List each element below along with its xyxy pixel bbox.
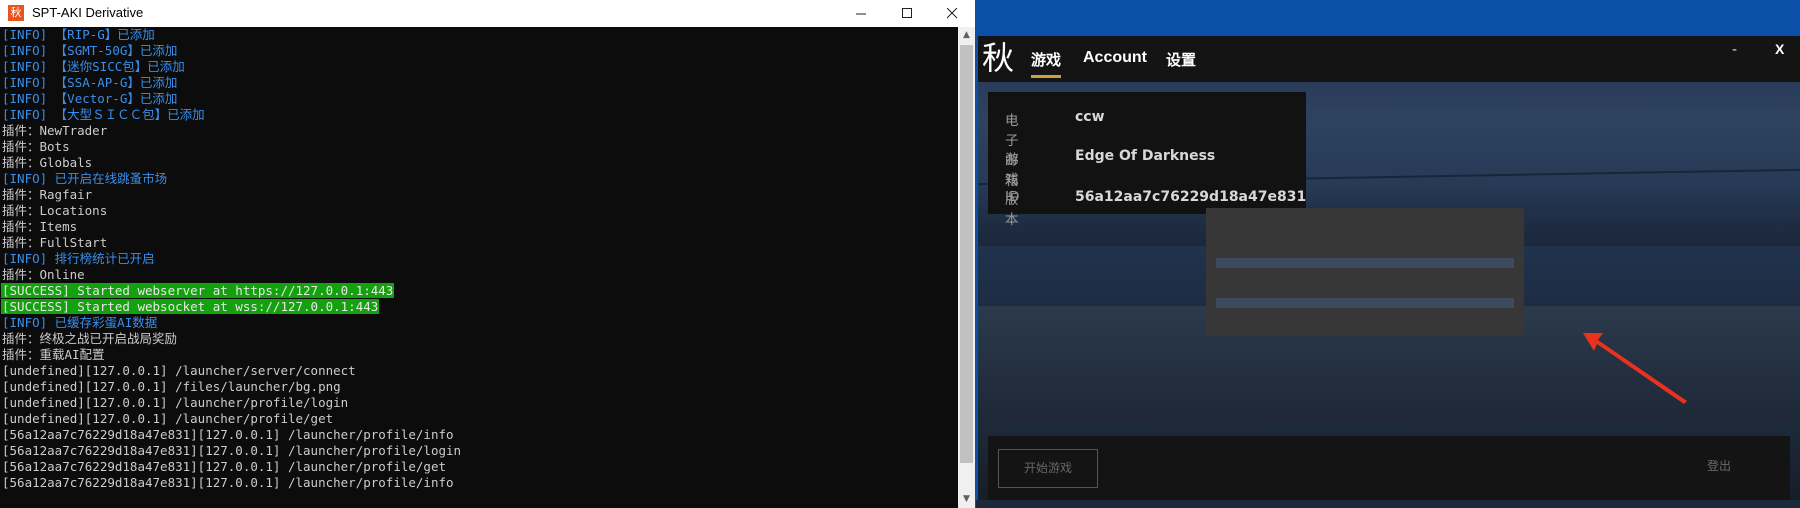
- console-line: [56a12aa7c76229d18a47e831][127.0.0.1] /l…: [0, 427, 958, 443]
- console-line-text: [undefined][127.0.0.1] /launcher/profile…: [2, 395, 349, 410]
- console-line-info: [INFO] 【SGMT-50G】已添加: [0, 43, 958, 59]
- console-line-text: [INFO] 【SGMT-50G】已添加: [2, 43, 178, 58]
- id-label: ID: [1005, 189, 1020, 205]
- console-line-text: [INFO] 排行榜统计已开启: [2, 251, 155, 266]
- console-line: [undefined][127.0.0.1] /launcher/profile…: [0, 395, 958, 411]
- tab-account[interactable]: Account: [1083, 49, 1147, 67]
- console-line-text: [undefined][127.0.0.1] /launcher/profile…: [2, 411, 334, 426]
- close-icon: [946, 8, 957, 19]
- console-line-text: 插件：Items: [2, 219, 78, 234]
- minimize-icon: [855, 13, 866, 15]
- console-line: 插件：Items: [0, 219, 958, 235]
- console-line-info: [INFO] 【大型ＳＩＣＣ包】已添加: [0, 107, 958, 123]
- console-line: 插件：Online: [0, 267, 958, 283]
- console-line-text: [INFO] 已开启在线跳蚤市场: [2, 171, 168, 186]
- console-line: [undefined][127.0.0.1] /launcher/server/…: [0, 363, 958, 379]
- minimize-button[interactable]: [838, 0, 884, 27]
- console-line-text: [56a12aa7c76229d18a47e831][127.0.0.1] /l…: [2, 475, 454, 490]
- console-line-text: [undefined][127.0.0.1] /launcher/server/…: [2, 363, 356, 378]
- window-title: SPT-AKI Derivative: [32, 5, 144, 20]
- console-line: [56a12aa7c76229d18a47e831][127.0.0.1] /l…: [0, 459, 958, 475]
- console-line-text: [56a12aa7c76229d18a47e831][127.0.0.1] /l…: [2, 443, 462, 458]
- console-line-text: 插件：Online: [2, 267, 85, 282]
- console-line: 插件：终极之战已开启战局奖励: [0, 331, 958, 347]
- vertical-scrollbar[interactable]: ▲ ▼: [958, 27, 975, 508]
- console-line-text: [INFO] 【迷你SICC包】已添加: [2, 59, 185, 74]
- console-line: [undefined][127.0.0.1] /files/launcher/b…: [0, 379, 958, 395]
- console-line: [56a12aa7c76229d18a47e831][127.0.0.1] /l…: [0, 443, 958, 459]
- tab-game[interactable]: 游戏: [1031, 49, 1062, 78]
- console-line-text: [INFO] 【SSA-AP-G】已添加: [2, 75, 178, 90]
- console-line-text: [SUCCESS] Started websocket at wss://127…: [1, 299, 380, 314]
- console-line-text: 插件：Globals: [2, 155, 93, 170]
- console-line: 插件：重载AI配置: [0, 347, 958, 363]
- start-game-button[interactable]: 开始游戏: [998, 449, 1098, 488]
- id-value: 56a12aa7c76229d18a47e831: [1075, 189, 1307, 205]
- console-line: 插件：FullStart: [0, 235, 958, 251]
- console-line: 插件：Bots: [0, 139, 958, 155]
- console-line-info: [INFO] 排行榜统计已开启: [0, 251, 958, 267]
- scrollbar-thumb[interactable]: [960, 45, 973, 463]
- console-line: 插件：NewTrader: [0, 123, 958, 139]
- console-line-info: [INFO] 【RIP-G】已添加: [0, 27, 958, 43]
- console-line-text: 插件：终极之战已开启战局奖励: [2, 331, 178, 346]
- console-line-text: [INFO] 已缓存彩蛋AI数据: [2, 315, 158, 330]
- maximize-button[interactable]: [884, 0, 930, 27]
- console-line-text: 插件：Bots: [2, 139, 70, 154]
- console-line-text: 插件：重载AI配置: [2, 347, 105, 362]
- console-line-text: 插件：FullStart: [2, 235, 108, 250]
- profile-card: 电子邮箱 ccw 游戏版本 Edge Of Darkness ID 56a12a…: [988, 92, 1307, 228]
- app-icon: 秋: [8, 5, 24, 21]
- console-line: 插件：Globals: [0, 155, 958, 171]
- console-line-info: [INFO] 【SSA-AP-G】已添加: [0, 75, 958, 91]
- console-line-text: [56a12aa7c76229d18a47e831][127.0.0.1] /l…: [2, 459, 447, 474]
- console-line-text: [undefined][127.0.0.1] /files/launcher/b…: [2, 379, 341, 394]
- console-line-text: 插件：NewTrader: [2, 123, 108, 138]
- console-line-success: [SUCCESS] Started websocket at wss://127…: [0, 299, 958, 315]
- arrow-annotation-icon: [1583, 333, 1687, 404]
- console-line: [56a12aa7c76229d18a47e831][127.0.0.1] /l…: [0, 475, 958, 491]
- scroll-down-icon[interactable]: ▼: [958, 491, 975, 508]
- taskbar-strip: [976, 500, 1800, 508]
- loading-placeholder-bar: [1216, 298, 1514, 308]
- console-line-text: 插件：Ragfair: [2, 187, 93, 202]
- console-line: 插件：Ragfair: [0, 187, 958, 203]
- console-line: [undefined][127.0.0.1] /launcher/profile…: [0, 411, 958, 427]
- console-line-text: 插件：Locations: [2, 203, 108, 218]
- edition-value: Edge Of Darkness: [1075, 148, 1216, 164]
- console-line-info: [INFO] 【迷你SICC包】已添加: [0, 59, 958, 75]
- launcher-footer: 开始游戏 登出: [988, 436, 1790, 508]
- console-line-info: [INFO] 已缓存彩蛋AI数据: [0, 315, 958, 331]
- close-button[interactable]: [929, 0, 975, 27]
- launcher-window: 秋 游戏 Account 设置 - X 电子邮箱 ccw 游戏版本 Edge O…: [978, 36, 1800, 508]
- console-line-text: [INFO] 【大型ＳＩＣＣ包】已添加: [2, 107, 205, 122]
- launcher-logo: 秋: [982, 39, 1015, 77]
- launcher-header: 秋 游戏 Account 设置 - X: [978, 36, 1800, 82]
- logout-button[interactable]: 登出: [1707, 457, 1731, 474]
- console-line-text: [INFO] 【Vector-G】已添加: [2, 91, 178, 106]
- loading-placeholder-bar: [1216, 258, 1514, 268]
- console-line: 插件：Locations: [0, 203, 958, 219]
- launcher-close-button[interactable]: X: [1775, 41, 1784, 57]
- maximize-icon: [901, 8, 912, 18]
- console-output[interactable]: [INFO] 【RIP-G】已添加 [INFO] 【SGMT-50G】已添加 [IN…: [0, 27, 958, 508]
- console-line-info: [INFO] 已开启在线跳蚤市场: [0, 171, 958, 187]
- scroll-up-icon[interactable]: ▲: [958, 27, 975, 44]
- email-value: ccw: [1075, 109, 1105, 125]
- console-line-success: [SUCCESS] Started webserver at https://1…: [0, 283, 958, 299]
- console-line-text: [SUCCESS] Started webserver at https://1…: [1, 283, 395, 298]
- console-line-text: [56a12aa7c76229d18a47e831][127.0.0.1] /l…: [2, 427, 454, 442]
- tab-settings[interactable]: 设置: [1166, 49, 1196, 70]
- console-titlebar[interactable]: 秋 SPT-AKI Derivative: [0, 0, 975, 27]
- loading-panel: [1206, 208, 1524, 336]
- edition-label: 游戏版本: [1005, 152, 1019, 228]
- console-line-text: [INFO] 【RIP-G】已添加: [2, 27, 155, 42]
- launcher-minimize-button[interactable]: -: [1732, 42, 1737, 58]
- console-window: 秋 SPT-AKI Derivative [INFO] 【RIP-G】已添加 [I…: [0, 0, 975, 508]
- console-line-info: [INFO] 【Vector-G】已添加: [0, 91, 958, 107]
